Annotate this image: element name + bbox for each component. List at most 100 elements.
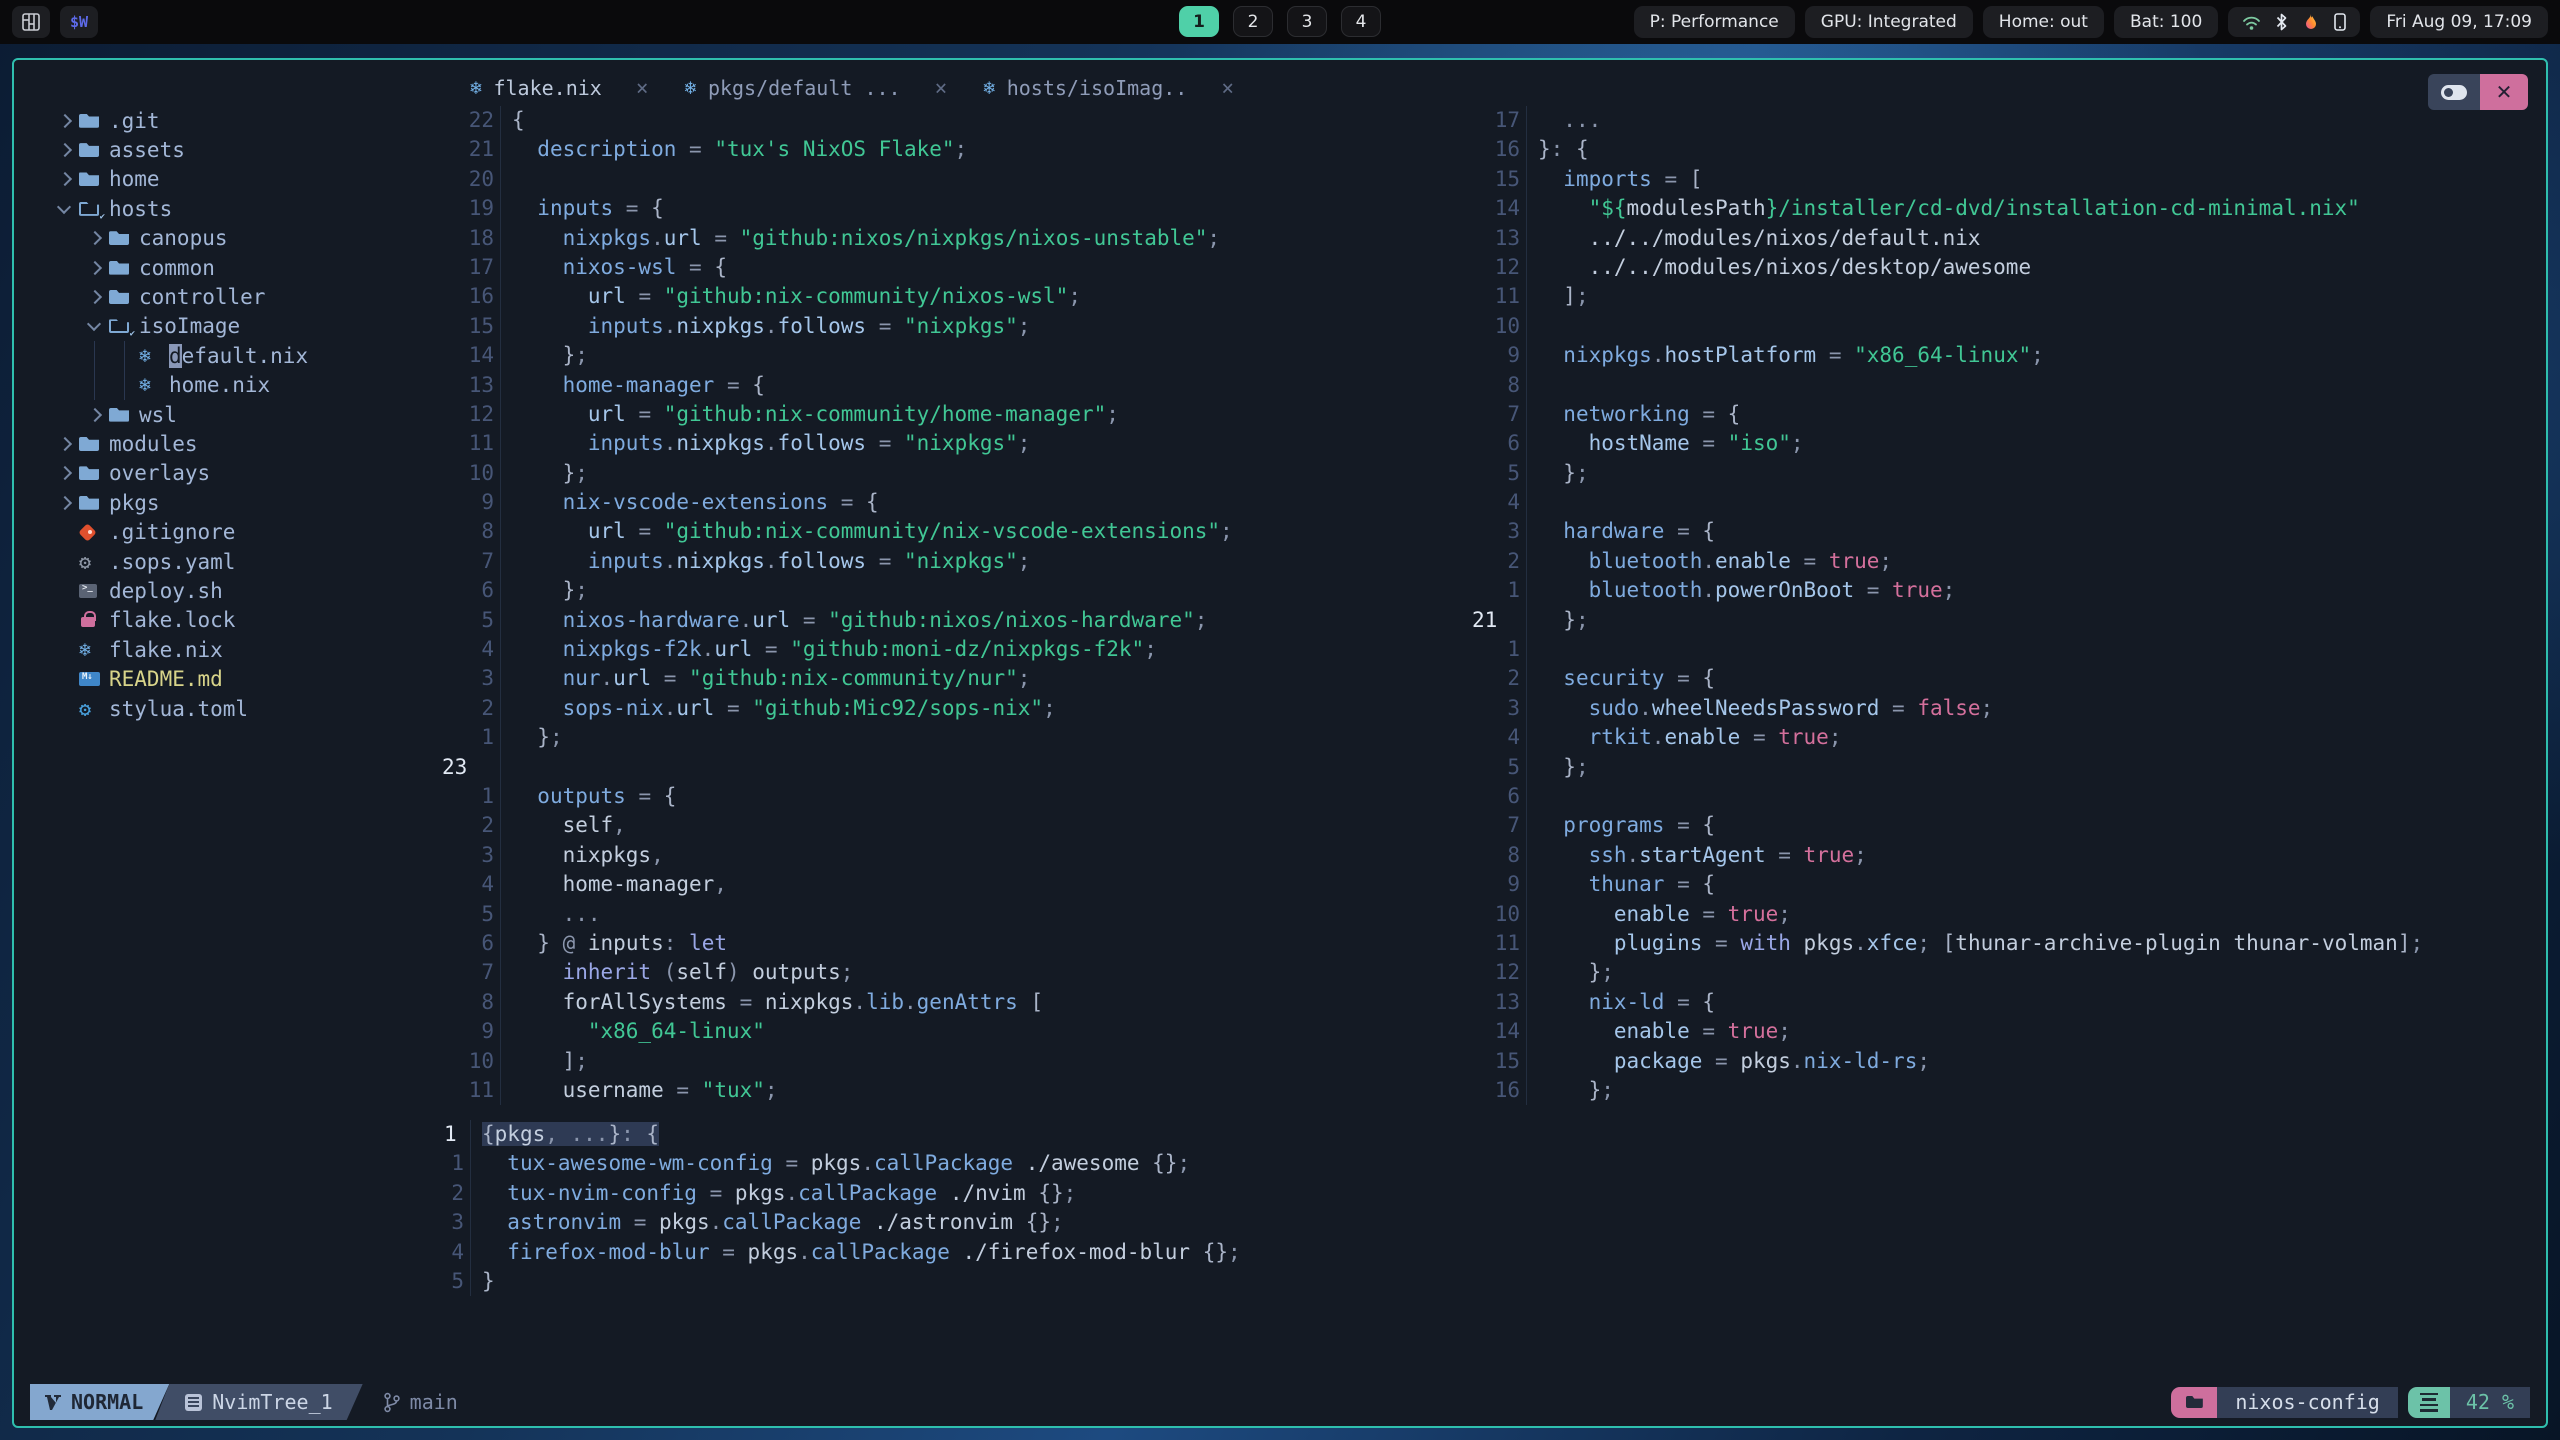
tree-item-deploy-sh[interactable]: deploy.sh <box>44 576 444 605</box>
code-line[interactable]: 9 thunar = { <box>1472 870 2538 900</box>
code-line[interactable]: 19 inputs = { <box>442 194 1462 224</box>
tree-item-common[interactable]: common <box>44 253 444 282</box>
code-line[interactable]: 1 outputs = { <box>442 781 1462 812</box>
chevron-right-icon[interactable] <box>59 116 79 126</box>
workspace-2[interactable]: 2 <box>1233 6 1273 37</box>
workspace-3[interactable]: 3 <box>1287 6 1327 37</box>
chevron-right-icon[interactable] <box>89 233 109 243</box>
tab-close-icon[interactable]: × <box>935 76 948 100</box>
tree-item-canopus[interactable]: canopus <box>44 224 444 253</box>
network-icon[interactable] <box>2242 14 2261 31</box>
tab-pkgs-default[interactable]: ❄ pkgs/default ... × <box>684 76 947 100</box>
tree-item-assets[interactable]: assets <box>44 135 444 164</box>
bluetooth-icon[interactable] <box>2275 13 2288 31</box>
chevron-right-icon[interactable] <box>59 439 79 449</box>
code-line[interactable]: 3 sudo.wheelNeedsPassword = false; <box>1472 693 2538 724</box>
code-line[interactable]: 3 nur.url = "github:nix-community/nur"; <box>442 664 1462 694</box>
code-line[interactable]: 6 <box>1472 781 2538 812</box>
code-line[interactable]: 15 package = pkgs.nix-ld-rs; <box>1472 1046 2538 1076</box>
code-line[interactable]: 11 username = "tux"; <box>442 1075 1462 1106</box>
code-line[interactable]: 13 home-manager = { <box>442 370 1462 400</box>
tab-hosts-isoimage[interactable]: ❄ hosts/isoImag.. × <box>983 76 1234 100</box>
code-line[interactable]: 8 <box>1472 370 2538 400</box>
phone-icon[interactable] <box>2334 13 2347 31</box>
code-line[interactable]: 2 sops-nix.url = "github:Mic92/sops-nix"… <box>442 693 1462 724</box>
code-line[interactable]: 4 rtkit.enable = true; <box>1472 723 2538 753</box>
code-line[interactable]: 8 forAllSystems = nixpkgs.lib.genAttrs [ <box>442 987 1462 1018</box>
code-line[interactable]: 8 url = "github:nix-community/nix-vscode… <box>442 517 1462 547</box>
chevron-right-icon[interactable] <box>89 292 109 302</box>
code-line[interactable]: 4 <box>1472 488 2538 518</box>
code-line[interactable]: 5} <box>444 1266 2144 1297</box>
tree-item-default-nix[interactable]: default.nix <box>44 341 444 371</box>
code-line[interactable]: 22{ <box>442 106 1462 136</box>
code-line[interactable]: 16 url = "github:nix-community/nixos-wsl… <box>442 282 1462 312</box>
code-line[interactable]: 3 hardware = { <box>1472 517 2538 547</box>
code-line[interactable]: 4 firefox-mod-blur = pkgs.callPackage ./… <box>444 1237 2144 1267</box>
chevron-right-icon[interactable] <box>59 468 79 478</box>
code-line[interactable]: 9 nix-vscode-extensions = { <box>442 488 1462 518</box>
code-line[interactable]: 12 url = "github:nix-community/home-mana… <box>442 399 1462 430</box>
code-line[interactable]: 21 description = "tux's NixOS Flake"; <box>442 135 1462 165</box>
tree-item-wsl[interactable]: wsl <box>44 400 444 429</box>
code-line[interactable]: 13 nix-ld = { <box>1472 987 2538 1018</box>
code-line[interactable]: 10 ]; <box>442 1046 1462 1076</box>
tree-item--gitignore[interactable]: .gitignore <box>44 517 444 546</box>
tree-item-overlays[interactable]: overlays <box>44 459 444 488</box>
close-button[interactable]: ✕ <box>2480 74 2528 110</box>
code-line[interactable]: 1 }; <box>442 723 1462 753</box>
code-line[interactable]: 10 enable = true; <box>1472 899 2538 929</box>
flame-icon[interactable] <box>2302 13 2320 31</box>
tree-item-readme-md[interactable]: README.md <box>44 664 444 693</box>
code-line[interactable]: 10 }; <box>442 458 1462 489</box>
chevron-right-icon[interactable] <box>59 174 79 184</box>
tree-item-home[interactable]: home <box>44 165 444 194</box>
code-line[interactable]: 8 ssh.startAgent = true; <box>1472 840 2538 871</box>
code-line[interactable]: 10 <box>1472 311 2538 342</box>
code-line[interactable]: 7 inherit (self) outputs; <box>442 958 1462 988</box>
tree-item--sops-yaml[interactable]: .sops.yaml <box>44 547 444 576</box>
tab-flake-nix[interactable]: ❄ flake.nix × <box>470 76 648 100</box>
code-line[interactable]: 15 imports = [ <box>1472 164 2538 195</box>
code-line[interactable]: 12 ../../modules/nixos/desktop/awesome <box>1472 252 2538 283</box>
code-line[interactable]: 1 <box>1472 635 2538 665</box>
code-line[interactable]: 5 }; <box>1472 458 2538 489</box>
code-line[interactable]: 15 inputs.nixpkgs.follows = "nixpkgs"; <box>442 311 1462 342</box>
code-line[interactable]: 5 }; <box>1472 752 2538 782</box>
tree-item-controller[interactable]: controller <box>44 282 444 311</box>
chevron-right-icon[interactable] <box>89 410 109 420</box>
code-line[interactable]: 16}: { <box>1472 135 2538 165</box>
tree-item-flake-nix[interactable]: flake.nix <box>44 635 444 664</box>
code-line[interactable]: 11 plugins = with pkgs.xfce; [thunar-arc… <box>1472 928 2538 959</box>
chevron-right-icon[interactable] <box>59 145 79 155</box>
code-line[interactable]: 17 nixos-wsl = { <box>442 252 1462 283</box>
tag-badge-button[interactable]: $W <box>60 6 98 38</box>
code-line[interactable]: 4 nixpkgs-f2k.url = "github:moni-dz/nixp… <box>442 635 1462 665</box>
code-line[interactable]: 13 ../../modules/nixos/default.nix <box>1472 223 2538 253</box>
code-line[interactable]: 1 {pkgs, ...}: { <box>444 1120 2144 1150</box>
code-line[interactable]: 2 security = { <box>1472 664 2538 694</box>
tree-item-stylua-toml[interactable]: stylua.toml <box>44 694 444 723</box>
code-line[interactable]: 14 }; <box>442 341 1462 371</box>
code-line[interactable]: 12 }; <box>1472 958 2538 988</box>
code-line[interactable]: 3 astronvim = pkgs.callPackage ./astronv… <box>444 1208 2144 1238</box>
toggle-button[interactable] <box>2428 74 2480 110</box>
code-line[interactable]: 11 inputs.nixpkgs.follows = "nixpkgs"; <box>442 429 1462 459</box>
code-line[interactable]: 21 }; <box>1472 605 2538 636</box>
code-line[interactable]: 1 bluetooth.powerOnBoot = true; <box>1472 576 2538 606</box>
chevron-right-icon[interactable] <box>89 263 109 273</box>
code-line[interactable]: 20 <box>442 164 1462 195</box>
code-line[interactable]: 3 nixpkgs, <box>442 840 1462 871</box>
code-line[interactable]: 6 hostName = "iso"; <box>1472 429 2538 459</box>
code-line[interactable]: 18 nixpkgs.url = "github:nixos/nixpkgs/n… <box>442 223 1462 253</box>
code-line[interactable]: 11 ]; <box>1472 282 2538 312</box>
chevron-down-icon[interactable] <box>59 206 79 212</box>
code-line[interactable]: 4 home-manager, <box>442 870 1462 900</box>
code-line[interactable]: 1 tux-awesome-wm-config = pkgs.callPacka… <box>444 1149 2144 1179</box>
chevron-down-icon[interactable] <box>89 323 109 329</box>
code-line[interactable]: 7 programs = { <box>1472 811 2538 841</box>
code-line[interactable]: 2 bluetooth.enable = true; <box>1472 546 2538 577</box>
code-line[interactable]: 7 inputs.nixpkgs.follows = "nixpkgs"; <box>442 546 1462 577</box>
code-line[interactable]: 7 networking = { <box>1472 399 2538 430</box>
code-line[interactable]: 2 tux-nvim-config = pkgs.callPackage ./n… <box>444 1178 2144 1209</box>
